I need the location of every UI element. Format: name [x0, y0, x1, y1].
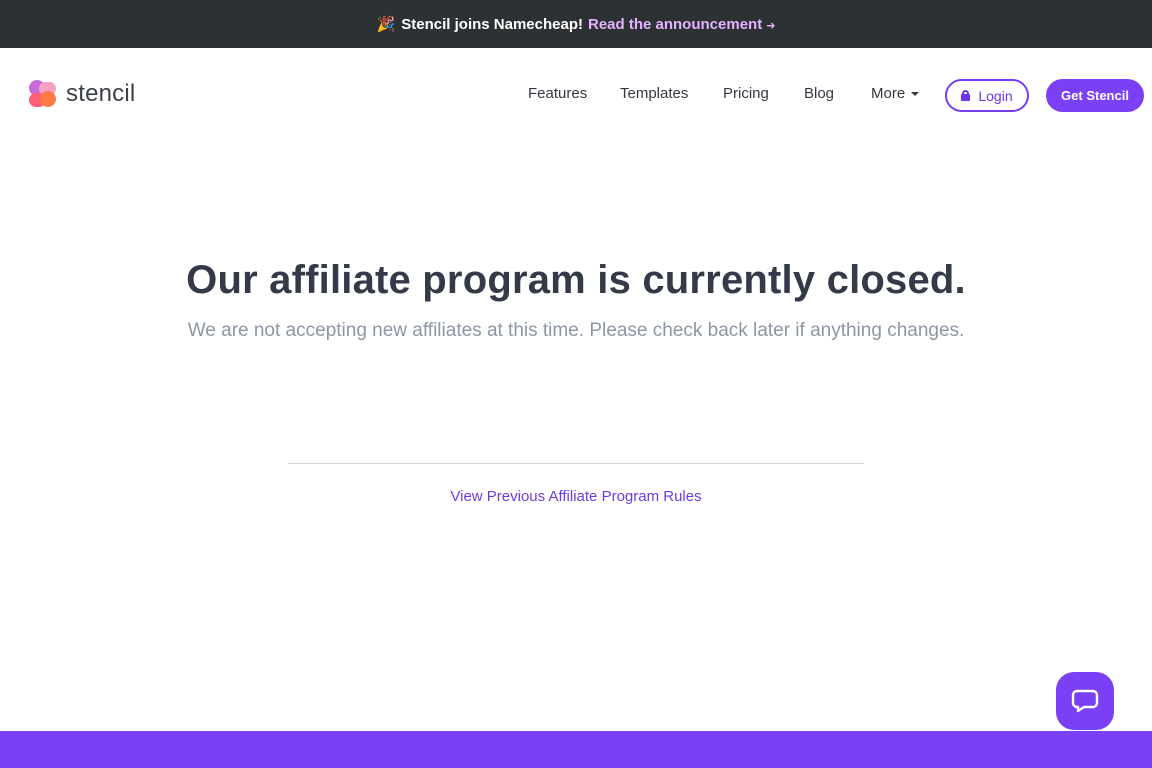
get-stencil-button[interactable]: Get Stencil	[1046, 79, 1144, 112]
announcement-text: Stencil joins Namecheap!	[401, 15, 583, 33]
stencil-logo-icon	[29, 80, 57, 108]
main-navigation: stencil Features Templates Pricing Blog …	[0, 48, 1152, 140]
get-stencil-label[interactable]: Get Stencil	[1061, 88, 1129, 103]
nav-item-pricing[interactable]: Pricing	[723, 85, 769, 102]
nav-item-templates[interactable]: Templates	[620, 85, 688, 102]
nav-item-more[interactable]: More	[871, 85, 920, 102]
caret-down-icon	[911, 92, 920, 97]
announcement-link-label[interactable]: Read the announcement	[588, 16, 762, 33]
nav-item-more-label[interactable]: More	[871, 85, 905, 102]
chat-button[interactable]	[1056, 672, 1114, 730]
divider	[288, 463, 864, 464]
footer-band	[0, 731, 1152, 768]
nav-item-features[interactable]: Features	[528, 85, 587, 102]
logo-wordmark: stencil	[66, 80, 136, 107]
nav-item-blog[interactable]: Blog	[804, 85, 834, 102]
announcement-bar: 🎉 Stencil joins Namecheap! Read the anno…	[0, 0, 1152, 48]
page-title: Our affiliate program is currently close…	[186, 258, 966, 302]
page-subtitle: We are not accepting new affiliates at t…	[187, 320, 965, 341]
lock-icon	[961, 90, 971, 101]
previous-rules-link[interactable]: View Previous Affiliate Program Rules	[0, 488, 1152, 505]
chat-bubble-icon	[1071, 689, 1099, 713]
party-popper-icon: 🎉	[376, 16, 396, 33]
login-button[interactable]: Login	[945, 79, 1029, 112]
announcement-link[interactable]: Read the announcement ➜	[588, 16, 775, 33]
login-button-label[interactable]: Login	[978, 88, 1012, 104]
arrow-right-icon: ➜	[766, 19, 776, 32]
logo[interactable]: stencil	[29, 80, 135, 108]
